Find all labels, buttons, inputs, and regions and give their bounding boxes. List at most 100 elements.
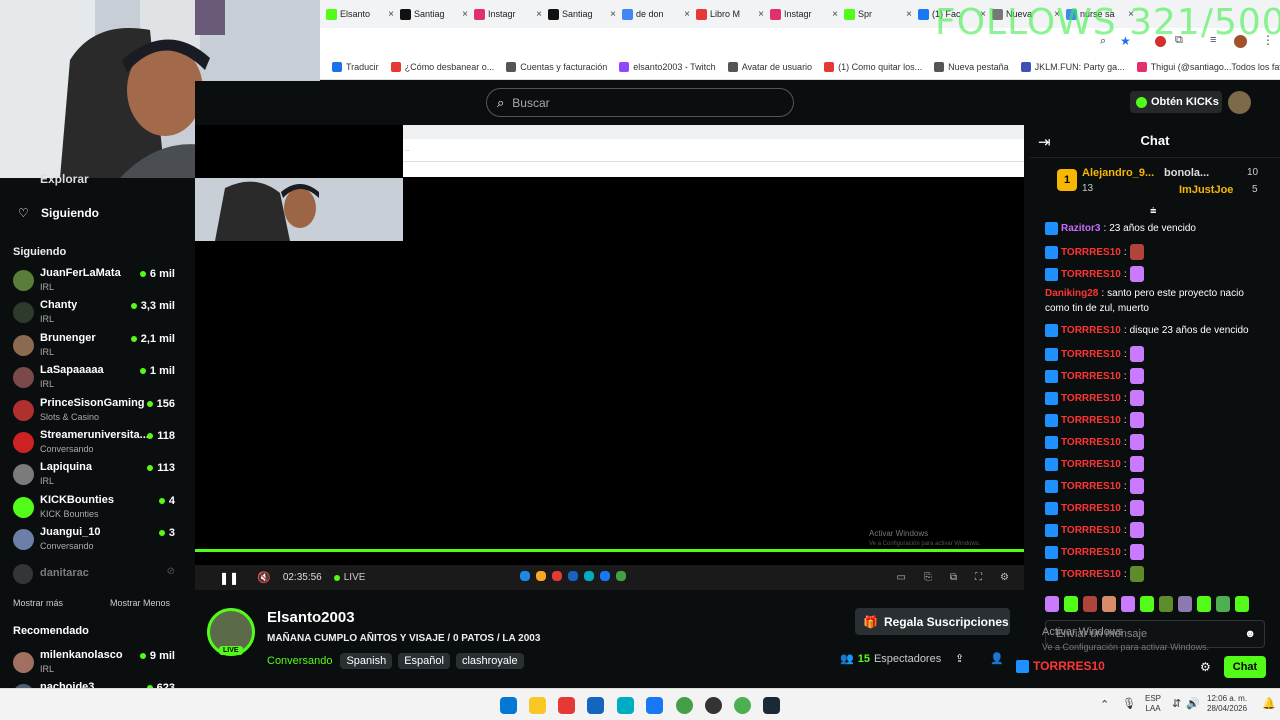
chat-username[interactable]: TORRRES10: [1061, 459, 1121, 470]
sidebar-channel-item[interactable]: Juangui_10 Conversando 3: [0, 525, 195, 557]
edge-icon[interactable]: [617, 697, 634, 714]
show-less-link[interactable]: Mostrar Menos: [110, 598, 170, 608]
browser-tab[interactable]: Elsanto ×: [326, 4, 394, 24]
emote[interactable]: [1140, 596, 1154, 612]
offline-channel[interactable]: danitarac ⊘: [0, 562, 195, 584]
sidebar-following-nav[interactable]: Siguiendo: [41, 206, 99, 220]
pin-icon[interactable]: ⩧: [1150, 205, 1156, 218]
user-avatar[interactable]: [1228, 91, 1251, 114]
emote[interactable]: [1235, 596, 1249, 612]
file-explorer-icon[interactable]: [529, 697, 546, 714]
chat-username[interactable]: TORRRES10: [1061, 269, 1121, 280]
chat-username[interactable]: TORRRES10: [1061, 415, 1121, 426]
bookmark-item[interactable]: Cuentas y facturación: [506, 62, 607, 72]
browser-tab[interactable]: Spr ×: [844, 4, 912, 24]
clip-icon[interactable]: ⎘: [924, 572, 932, 583]
chat-username[interactable]: TORRRES10: [1061, 569, 1121, 580]
chat-username[interactable]: Razitor3: [1061, 223, 1100, 234]
chat-username[interactable]: TORRRES10: [1061, 349, 1121, 360]
bookmark-item[interactable]: Thigui (@santiago...: [1136, 62, 1231, 72]
chat-username[interactable]: TORRRES10: [1061, 525, 1121, 536]
browser-tab[interactable]: Libro M ×: [696, 4, 764, 24]
gift-subs-button[interactable]: 🎁 Regala Suscripciones: [855, 608, 1010, 635]
chat-username[interactable]: TORRRES10: [1061, 325, 1121, 336]
all-bookmarks[interactable]: Todos los favoritos: [1231, 62, 1280, 72]
notifications-icon[interactable]: 🔔: [1262, 697, 1276, 710]
pip-icon[interactable]: ⧉: [950, 572, 957, 583]
chat-send-button[interactable]: Chat: [1224, 656, 1266, 678]
sidebar-channel-item[interactable]: Brunenger IRL 2,1 mil: [0, 331, 195, 363]
browser-tab[interactable]: de don ×: [622, 4, 690, 24]
steam-icon[interactable]: [763, 697, 780, 714]
close-icon[interactable]: ×: [906, 9, 912, 20]
mic-icon[interactable]: 🎙: [1122, 697, 1136, 710]
chat-username[interactable]: TORRRES10: [1061, 371, 1121, 382]
bookmark-item[interactable]: Avatar de usuario: [727, 62, 812, 72]
bookmark-item[interactable]: Nueva pestaña: [934, 62, 1009, 72]
bookmark-item[interactable]: elsanto2003 - Twitch: [619, 62, 716, 72]
emote[interactable]: [1083, 596, 1097, 612]
top-gifter-name[interactable]: Alejandro_9...: [1082, 167, 1154, 179]
chat-settings-icon[interactable]: ⚙: [1200, 660, 1211, 674]
chrome-icon[interactable]: [676, 697, 693, 714]
close-icon[interactable]: ×: [536, 9, 542, 20]
close-icon[interactable]: ×: [832, 9, 838, 20]
pause-icon[interactable]: ❚❚: [219, 571, 239, 585]
sidebar-channel-item[interactable]: KICKBounties KICK Bounties 4: [0, 493, 195, 525]
sidebar-channel-item[interactable]: JuanFerLaMata IRL 6 mil: [0, 266, 195, 298]
facebook-icon[interactable]: [646, 697, 663, 714]
chat-username[interactable]: TORRRES10: [1061, 503, 1121, 514]
chat-username[interactable]: TORRRES10: [1061, 393, 1121, 404]
clock[interactable]: 12:06 a. m. 28/04/2026: [1207, 694, 1247, 714]
browser-tab[interactable]: Instagr ×: [770, 4, 838, 24]
volume-icon[interactable]: 🔊: [1186, 697, 1200, 710]
sidebar-explore[interactable]: Explorar: [40, 172, 89, 186]
show-more-link[interactable]: Mostrar más: [13, 598, 63, 608]
fullscreen-icon[interactable]: ⛶: [975, 572, 982, 583]
chat-username[interactable]: TORRRES10: [1061, 437, 1121, 448]
chat-username[interactable]: TORRRES10: [1061, 247, 1121, 258]
browser-tab[interactable]: Santiag ×: [400, 4, 468, 24]
mute-icon[interactable]: 🔇: [257, 571, 271, 584]
close-icon[interactable]: ×: [684, 9, 690, 20]
emote[interactable]: [1216, 596, 1230, 612]
emote[interactable]: [1178, 596, 1192, 612]
close-icon[interactable]: ×: [462, 9, 468, 20]
tray-chevron-icon[interactable]: ⌃: [1100, 698, 1109, 711]
bookmark-item[interactable]: ¿Cómo desbanear o...: [390, 62, 494, 72]
emote[interactable]: [1045, 596, 1059, 612]
emote[interactable]: [1064, 596, 1078, 612]
channel-name[interactable]: Elsanto2003: [267, 609, 355, 626]
browser-tab[interactable]: Santiag ×: [548, 4, 616, 24]
sidebar-channel-item[interactable]: Streameruniversita... Conversando 118: [0, 428, 195, 460]
sidebar-channel-item[interactable]: Chanty IRL 3,3 mil: [0, 298, 195, 330]
tag-pill[interactable]: clashroyale: [455, 653, 524, 669]
start-icon[interactable]: [500, 697, 517, 714]
close-icon[interactable]: ×: [610, 9, 616, 20]
obs-icon[interactable]: [705, 697, 722, 714]
store-icon[interactable]: [587, 697, 604, 714]
browser-tab[interactable]: Instagr ×: [474, 4, 542, 24]
emote[interactable]: [1121, 596, 1135, 612]
emoji-icon[interactable]: ☻: [1244, 628, 1256, 640]
youtube-icon[interactable]: [558, 697, 575, 714]
bookmark-item[interactable]: Traducir: [332, 62, 379, 72]
chat-username[interactable]: TORRRES10: [1061, 547, 1121, 558]
bookmark-item[interactable]: JKLM.FUN: Party ga...: [1020, 62, 1125, 72]
bookmark-item[interactable]: (1) Como quitar los...: [824, 62, 922, 72]
sidebar-channel-item[interactable]: PrinceSisonGaming Slots & Casino 156: [0, 396, 195, 428]
sidebar-channel-item[interactable]: Lapiquina IRL 113: [0, 460, 195, 492]
share-icon[interactable]: ⇪: [955, 652, 964, 665]
emote[interactable]: [1197, 596, 1211, 612]
search-input[interactable]: ⌕ Buscar: [486, 88, 794, 117]
close-icon[interactable]: ×: [758, 9, 764, 20]
close-icon[interactable]: ×: [388, 9, 394, 20]
gifter-name[interactable]: bonola...: [1164, 167, 1209, 179]
network-icon[interactable]: ⇵: [1172, 697, 1181, 710]
gifter-name[interactable]: ImJustJoe: [1179, 184, 1233, 196]
chat-username[interactable]: Daniking28: [1045, 288, 1098, 299]
language-indicator[interactable]: ESP LAA: [1145, 694, 1161, 714]
stream-category[interactable]: Conversando: [267, 655, 332, 667]
theater-mode-icon[interactable]: ▭: [896, 572, 905, 583]
emote[interactable]: [1102, 596, 1116, 612]
